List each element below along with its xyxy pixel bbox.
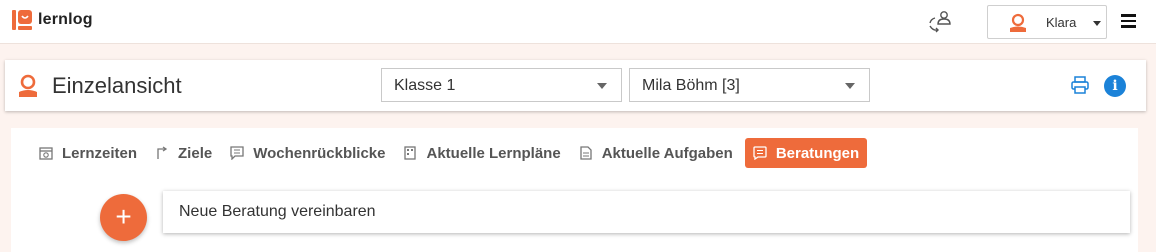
student-icon <box>19 74 37 97</box>
tab-label: Beratungen <box>775 144 860 162</box>
info-icon[interactable]: i <box>1104 75 1126 97</box>
tab-wochenrueckblicke[interactable]: Wochenrückblicke <box>226 138 389 168</box>
user-menu[interactable]: Klara <box>987 5 1107 39</box>
class-select-value: Klasse 1 <box>394 77 456 94</box>
tab-ziele[interactable]: Ziele <box>151 138 216 168</box>
student-select-value: Mila Böhm [3] <box>642 77 740 94</box>
tab-label: Lernzeiten <box>62 144 138 162</box>
document-icon <box>580 146 592 160</box>
brand[interactable]: lernlog <box>12 10 93 30</box>
add-appointment-button[interactable]: + <box>100 194 147 241</box>
tab-label: Wochenrückblicke <box>253 144 386 162</box>
student-select[interactable]: Mila Böhm [3] <box>629 68 870 102</box>
chevron-down-icon <box>597 83 607 89</box>
user-name: Klara <box>1046 15 1077 30</box>
tab-aktuelle-aufgaben[interactable]: Aktuelle Aufgaben <box>575 138 737 168</box>
brand-name: lernlog <box>38 11 93 28</box>
class-select[interactable]: Klasse 1 <box>381 68 622 102</box>
tab-bar: Lernzeiten Ziele Wochenrückblicke Aktuel… <box>35 138 877 168</box>
user-avatar-icon <box>1010 13 1026 32</box>
print-icon[interactable] <box>1071 76 1089 94</box>
tab-lernzeiten[interactable]: Lernzeiten <box>35 138 141 168</box>
sync-user-icon[interactable] <box>927 10 953 34</box>
comment-icon <box>230 146 244 160</box>
tab-label: Aktuelle Aufgaben <box>601 144 733 162</box>
content-card: Lernzeiten Ziele Wochenrückblicke Aktuel… <box>11 128 1138 252</box>
hamburger-icon[interactable] <box>1121 14 1136 28</box>
tab-label: Aktuelle Lernpläne <box>426 144 561 162</box>
header-card: Einzelansicht Klasse 1 Mila Böhm [3] i <box>5 60 1146 111</box>
plan-icon <box>404 146 417 160</box>
calendar-clock-icon <box>39 147 53 160</box>
tab-label: Ziele <box>178 144 213 162</box>
tab-beratungen[interactable]: Beratungen <box>744 138 868 168</box>
new-appointment-label: Neue Beratung vereinbaren <box>179 203 376 220</box>
tab-aktuelle-lernplaene[interactable]: Aktuelle Lernpläne <box>399 138 564 168</box>
lernlog-logo-icon <box>12 10 32 30</box>
chat-icon <box>753 146 767 160</box>
goal-icon <box>157 146 168 159</box>
chevron-down-icon <box>845 83 855 89</box>
new-appointment-row[interactable]: Neue Beratung vereinbaren <box>163 191 1130 233</box>
page-title: Einzelansicht <box>52 73 182 98</box>
chevron-down-icon <box>1093 21 1101 26</box>
top-bar: lernlog Klara <box>0 0 1156 44</box>
